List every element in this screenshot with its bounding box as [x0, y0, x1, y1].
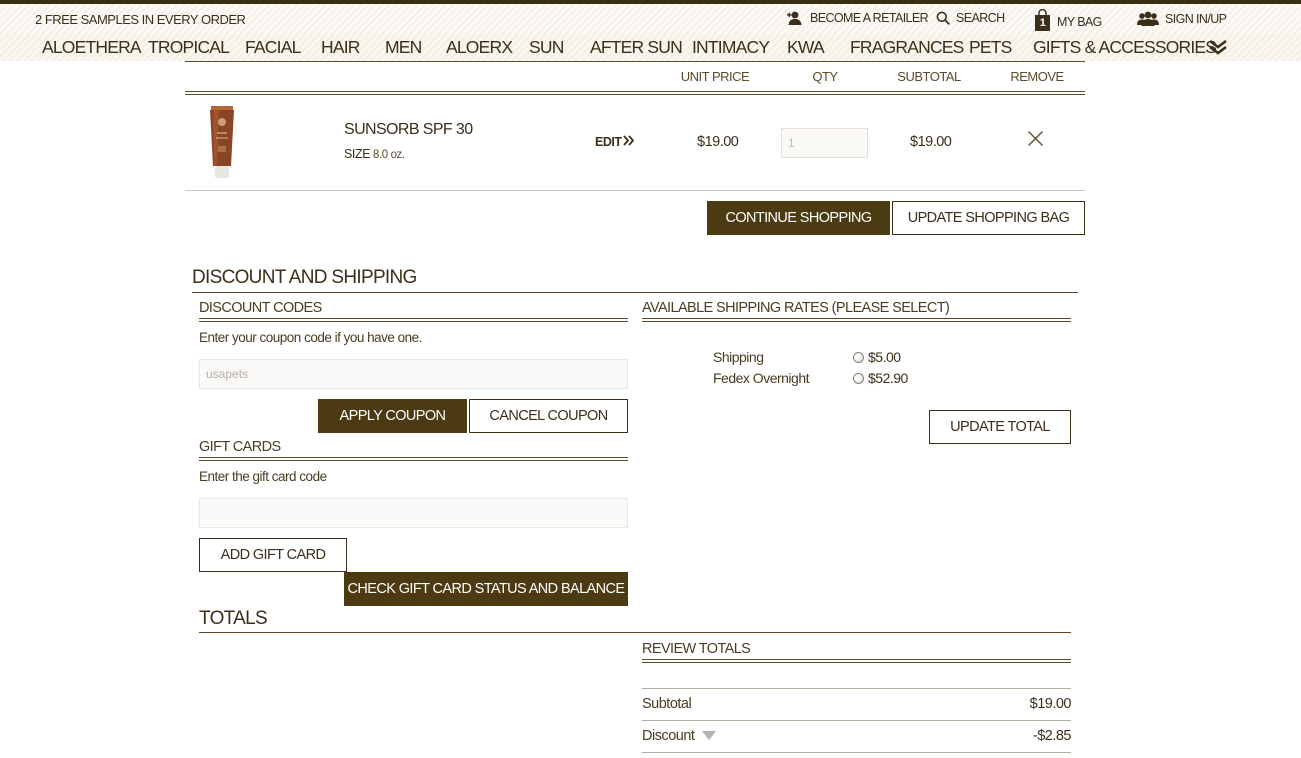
product-image[interactable] [207, 106, 237, 178]
discount-codes-title: DISCOUNT CODES [199, 300, 322, 316]
totals-rule [199, 632, 1071, 633]
nav-gifts-accessories[interactable]: GIFTS & ACCESSORIES [1033, 37, 1217, 58]
fedex-rate-radio[interactable] [853, 373, 864, 384]
edit-item-link[interactable]: EDIT [595, 135, 635, 149]
update-shopping-bag-button[interactable]: UPDATE SHOPPING BAG [892, 201, 1085, 235]
sign-in-link[interactable]: SIGN IN/UP [1137, 11, 1227, 26]
product-name[interactable]: SUNSORB SPF 30 [344, 121, 473, 139]
apply-coupon-button[interactable]: APPLY COUPON [318, 399, 467, 433]
nav-men[interactable]: MEN [385, 37, 422, 58]
search-link[interactable]: SEARCH [936, 11, 1005, 25]
subtotal-row: Subtotal $19.00 [642, 696, 1072, 712]
cancel-coupon-button[interactable]: CANCEL COUPON [469, 399, 628, 433]
discount-codes-rule [199, 318, 628, 322]
coupon-code-input[interactable] [199, 359, 628, 389]
double-chevron-right-icon [623, 135, 635, 149]
bag-label: MY BAG [1057, 14, 1102, 29]
sign-in-label: SIGN IN/UP [1165, 11, 1227, 26]
category-nav: ALOETHERA TROPICAL FACIAL HAIR MEN ALOER… [0, 34, 1301, 61]
discount-top-rule [642, 720, 1071, 721]
add-gift-card-button[interactable]: ADD GIFT CARD [199, 538, 347, 572]
shipping-rate-name: Shipping [713, 349, 764, 365]
nav-tropical[interactable]: TROPICAL [148, 37, 230, 58]
fedex-rate-price: $52.90 [868, 370, 908, 386]
users-icon [1137, 11, 1159, 26]
nav-facial[interactable]: FACIAL [245, 37, 301, 58]
coupon-hint: Enter your coupon code if you have one. [199, 330, 422, 345]
become-retailer-link[interactable]: BECOME A RETAILER [787, 11, 929, 25]
nav-sun[interactable]: SUN [529, 37, 564, 58]
top-utility-bar: 2 FREE SAMPLES IN EVERY ORDER BECOME A R… [0, 0, 1301, 34]
discount-shipping-rule [192, 292, 1078, 293]
shipping-rates-rule [642, 318, 1071, 322]
size-value: 8.0 oz. [372, 149, 405, 161]
gift-cards-rule [199, 457, 628, 461]
col-remove: REMOVE [1010, 69, 1064, 84]
discount-shipping-title: DISCOUNT AND SHIPPING [192, 267, 417, 288]
edit-label: EDIT [595, 135, 622, 149]
nav-aloethera[interactable]: ALOETHERA [42, 37, 142, 58]
size-label: SIZE [344, 147, 371, 161]
unit-price: $19.00 [697, 134, 739, 150]
shipping-rates-title: AVAILABLE SHIPPING RATES (PLEASE SELECT) [642, 300, 950, 316]
review-totals-title: REVIEW TOTALS [642, 641, 751, 657]
gift-cards-title: GIFT CARDS [199, 439, 281, 455]
promo-text: 2 FREE SAMPLES IN EVERY ORDER [35, 12, 246, 27]
close-icon [1027, 131, 1044, 151]
nav-hair[interactable]: HAIR [321, 37, 360, 58]
subtotal-label: Subtotal [642, 696, 692, 712]
col-subtotal: SUBTOTAL [897, 69, 961, 84]
bag-count: 1 [1039, 17, 1046, 29]
gift-card-input[interactable] [199, 498, 628, 528]
totals-title: TOTALS [199, 608, 268, 629]
subtotal-top-rule [642, 688, 1071, 689]
shipping-rate-radio[interactable] [853, 352, 864, 363]
nav-intimacy[interactable]: INTIMACY [692, 37, 770, 58]
nav-aloerx[interactable]: ALOERX [446, 37, 513, 58]
cart-top-rule [185, 61, 1085, 62]
cart-bottom-rule [185, 190, 1085, 191]
item-subtotal: $19.00 [910, 134, 952, 150]
update-total-button[interactable]: UPDATE TOTAL [929, 410, 1071, 444]
retailer-icon [787, 11, 804, 25]
review-totals-rule [642, 659, 1071, 663]
nav-pets[interactable]: PETS [969, 37, 1012, 58]
col-qty: QTY [812, 69, 838, 84]
nav-fragrances[interactable]: FRAGRANCES [850, 37, 964, 58]
retailer-label: BECOME A RETAILER [810, 11, 929, 25]
check-gift-card-button[interactable]: CHECK GIFT CARD STATUS AND BALANCE [344, 572, 628, 606]
search-icon [936, 11, 950, 25]
discount-row[interactable]: Discount -$2.85 [642, 728, 1072, 744]
col-unit-price: UNIT PRICE [680, 69, 750, 84]
product-size: SIZE 8.0 oz. [344, 147, 405, 161]
discount-bottom-rule [642, 752, 1071, 753]
gift-card-hint: Enter the gift card code [199, 469, 327, 484]
cart-header-rule [185, 91, 1085, 95]
quantity-input[interactable] [781, 128, 868, 158]
triangle-down-icon[interactable] [701, 728, 716, 744]
discount-value: -$2.85 [1032, 728, 1072, 744]
fedex-rate-name: Fedex Overnight [713, 370, 810, 386]
remove-item-button[interactable] [1027, 130, 1044, 152]
nav-after-sun[interactable]: AFTER SUN [590, 37, 683, 58]
my-bag-link[interactable]: 1 MY BAG [1034, 9, 1102, 31]
more-chevron-icon[interactable] [1208, 39, 1228, 60]
subtotal-value: $19.00 [1029, 696, 1072, 712]
bag-icon: 1 [1034, 9, 1051, 31]
shipping-rate-price: $5.00 [868, 349, 901, 365]
nav-kwa[interactable]: KWA [787, 37, 825, 58]
search-label: SEARCH [956, 11, 1005, 25]
discount-label: Discount [642, 728, 695, 744]
continue-shopping-button[interactable]: CONTINUE SHOPPING [707, 201, 890, 235]
